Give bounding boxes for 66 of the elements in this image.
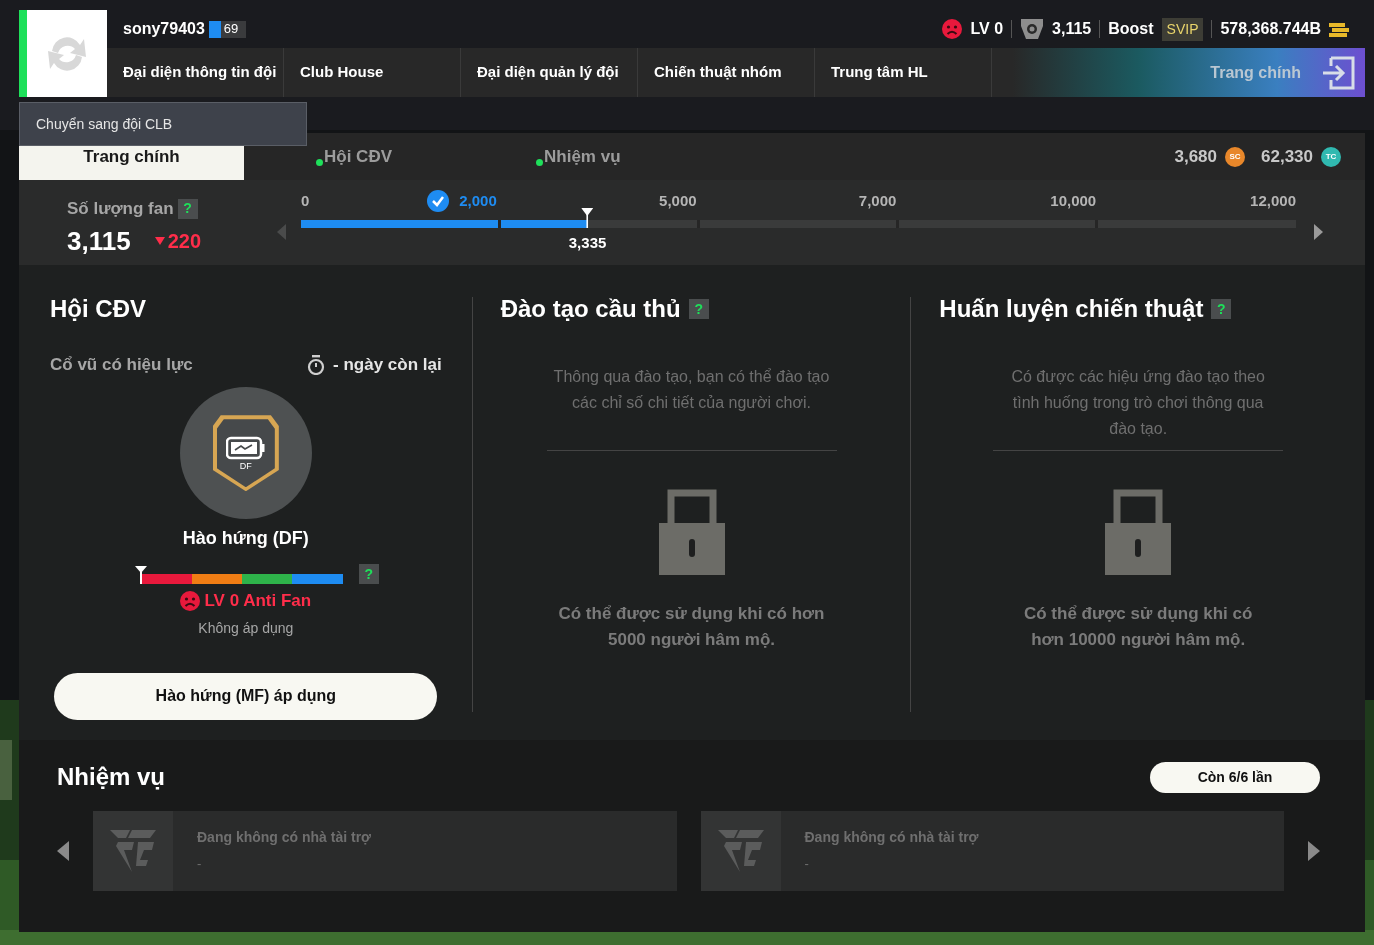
help-icon[interactable]: ? [177, 198, 198, 219]
battery-icon [225, 435, 266, 460]
tab[interactable]: Nhiệm vụ [464, 133, 714, 180]
effect-label: Cổ vũ có hiệu lực [50, 353, 193, 376]
right-arrow-icon [1314, 224, 1323, 240]
check-icon [427, 190, 450, 212]
days-left: - ngày còn lại [333, 353, 442, 376]
feature-description: Thông qua đào tạo, bạn có thể đào tạo các chỉ số chi tiết của người chơi. [552, 366, 831, 413]
help-icon[interactable]: ? [1211, 299, 1232, 320]
nav-tab[interactable]: Chiến thuật nhóm [638, 48, 815, 97]
feature-description: Có được các hiệu ứng đào tạo theo tình huống trong trò chơi thông qua đào tạo. [1010, 366, 1266, 439]
username: sony79403 [123, 19, 205, 39]
section-title: Hội CĐV [50, 295, 147, 324]
fan-change: 220 [167, 229, 201, 254]
stopwatch-icon [307, 354, 326, 375]
tick-label: 5,000 [659, 190, 697, 211]
unlock-requirement: Có thể được sử dụng khi có hơn 5000 người hâm mộ. [557, 602, 826, 651]
help-icon[interactable]: ? [688, 299, 709, 320]
section-title: Đào tạo cầu thủ [500, 295, 681, 324]
fan-total: 3,115 [67, 224, 131, 258]
nav-tab[interactable]: Trung tâm HL [815, 48, 992, 97]
current-fan-count: 3,335 [568, 233, 607, 253]
left-arrow-icon[interactable] [57, 841, 69, 861]
nav-tab[interactable]: Club House [284, 48, 461, 97]
currency-amount: 3,680 [1174, 145, 1217, 168]
switch-club-tooltip[interactable]: Chuyển sang đội CLB [19, 102, 307, 146]
tick-label: 0 [301, 190, 310, 211]
balance: 578,368.744B [1220, 19, 1321, 39]
mood-label: LV 0 Anti Fan [204, 590, 312, 613]
left-arrow-icon [277, 224, 286, 240]
right-arrow-icon[interactable] [1308, 841, 1320, 861]
help-icon[interactable]: ? [358, 564, 379, 585]
remaining-button[interactable]: Còn 6/6 lần [1150, 762, 1320, 793]
marker-icon [581, 208, 594, 228]
currency-amount: 62,330 [1261, 145, 1313, 168]
emblem-icon [110, 830, 156, 872]
emblem-icon [717, 830, 764, 872]
apply-button[interactable]: Hào hứng (MF) áp dụng [54, 672, 438, 720]
tick-label: 12,000 [1250, 190, 1296, 211]
coin-icon: SC [1225, 146, 1245, 167]
tick-label: 2,000 [459, 190, 497, 211]
tick-label: 10,000 [1050, 190, 1097, 211]
sponsor-title: Đang không có nhà tài trợ [804, 828, 979, 847]
tick-label: 7,000 [858, 190, 897, 211]
nav-tab[interactable]: Đại diện quản lý đội [461, 48, 638, 97]
section-title: Huấn luyện chiến thuật [939, 295, 1204, 324]
section-title: Nhiệm vụ [57, 763, 166, 792]
fan-label: Số lượng fan [67, 198, 174, 220]
fan-count: 3,115 [1052, 19, 1092, 39]
mood-level: LV 0 [970, 19, 1004, 39]
sponsor-detail: - [197, 855, 203, 873]
sad-face-icon [942, 19, 963, 39]
shield-icon [1020, 18, 1045, 40]
mood-status: Không áp dụng [198, 618, 294, 638]
effect-name: Hào hứng (DF) [182, 527, 309, 551]
sad-face-icon [180, 591, 201, 612]
sponsor-detail: - [804, 855, 810, 873]
sponsor-title: Đang không có nhà tài trợ [197, 828, 372, 847]
down-triangle-icon [154, 237, 165, 245]
coins-icon [1329, 21, 1349, 37]
boost-label: Boost [1108, 19, 1154, 39]
position-label: DF [239, 461, 252, 471]
unlock-requirement: Có thể được sử dụng khi có hơn 10000 người hâm mộ. [1022, 602, 1254, 651]
exit-icon [1321, 55, 1355, 90]
nav-tab[interactable]: Đại diện thông tin đội [107, 48, 284, 97]
coin-icon: TC [1321, 146, 1341, 167]
